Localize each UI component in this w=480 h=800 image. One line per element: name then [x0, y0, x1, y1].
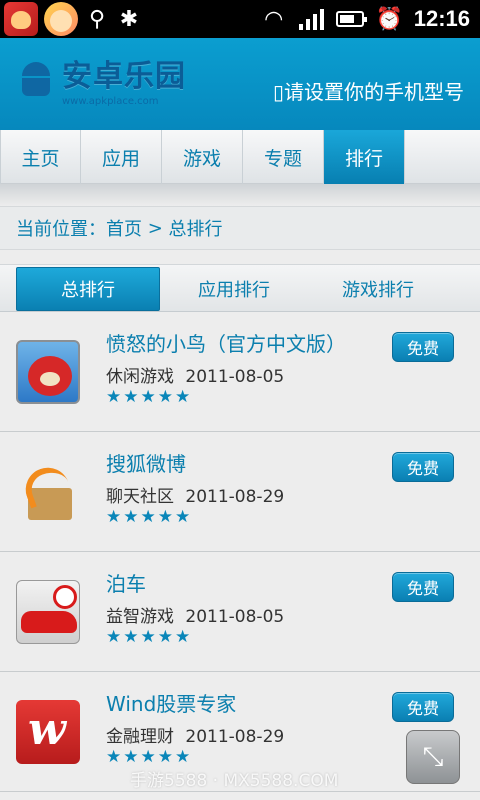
tab-overall-ranking[interactable]: 总排行 — [16, 267, 160, 311]
logo-url: www.apkplace.com — [62, 96, 159, 107]
app-category: 休闲游戏 — [106, 367, 174, 387]
star-icon: ★ — [123, 747, 139, 767]
app-meta: 休闲游戏 2011-08-05 — [106, 362, 284, 387]
star-icon: ★ — [140, 507, 156, 527]
breadcrumb-current: 总排行 — [168, 219, 223, 240]
app-date: 2011-08-29 — [185, 727, 285, 747]
notification-app-icon[interactable] — [4, 2, 38, 36]
star-icon: ★ — [175, 387, 191, 407]
tab-apps[interactable]: 应用 — [81, 130, 162, 184]
app-name[interactable]: 愤怒的小鸟（官方中文版） — [106, 328, 346, 357]
app-name[interactable]: 搜狐微博 — [106, 448, 186, 477]
app-meta: 益智游戏 2011-08-05 — [106, 602, 284, 627]
breadcrumb-prefix: 当前位置： — [16, 219, 106, 240]
tab-games[interactable]: 游戏 — [162, 130, 243, 184]
app-date: 2011-08-29 — [185, 487, 285, 507]
app-category: 益智游戏 — [106, 607, 174, 627]
star-icon: ★ — [157, 387, 173, 407]
sohu-weibo-icon[interactable] — [16, 460, 80, 524]
battery-icon — [335, 11, 367, 27]
star-icon: ★ — [123, 507, 139, 527]
list-item[interactable]: 泊车 益智游戏 2011-08-05 ★ ★ ★ ★ ★ 免费 — [0, 552, 480, 672]
star-icon: ★ — [140, 387, 156, 407]
signal-icon — [298, 8, 324, 30]
main-nav: 主页 应用 游戏 专题 排行 — [0, 130, 480, 184]
wind-stock-icon[interactable] — [16, 700, 80, 764]
divider — [0, 184, 480, 206]
rating-stars: ★ ★ ★ ★ ★ — [106, 388, 190, 406]
app-meta: 聊天社区 2011-08-29 — [106, 482, 284, 507]
app-category: 金融理财 — [106, 727, 174, 747]
star-icon: ★ — [123, 387, 139, 407]
star-icon: ★ — [106, 387, 122, 407]
usb-icon: ⚲ — [88, 6, 106, 32]
free-download-button[interactable]: 免费 — [392, 692, 454, 722]
notification-app-icon[interactable] — [44, 2, 78, 36]
app-name[interactable]: 泊车 — [106, 568, 146, 597]
status-bar: ⚲ ✱ ◠ ⏰ 12:16 — [0, 0, 480, 38]
star-icon: ★ — [157, 747, 173, 767]
tab-game-ranking[interactable]: 游戏排行 — [306, 267, 450, 311]
list-item[interactable]: 愤怒的小鸟（官方中文版） 休闲游戏 2011-08-05 ★ ★ ★ ★ ★ 免费 — [0, 312, 480, 432]
star-icon: ★ — [175, 747, 191, 767]
android-robot-icon — [18, 60, 54, 98]
collapse-arrows-icon: ⤡ — [422, 741, 444, 772]
angry-birds-icon[interactable] — [16, 340, 80, 404]
logo-title: 安卓乐园 — [62, 59, 186, 94]
app-date: 2011-08-05 — [185, 367, 285, 387]
free-download-button[interactable]: 免费 — [392, 572, 454, 602]
app-header: 安卓乐园 www.apkplace.com ▯请设置你的手机型号 — [0, 38, 480, 130]
watermark: 手游5588 · MX5588.COM — [130, 771, 339, 791]
tab-app-ranking[interactable]: 应用排行 — [162, 267, 306, 311]
alarm-icon: ⏰ — [375, 6, 404, 32]
rating-stars: ★ ★ ★ ★ ★ — [106, 748, 190, 766]
set-phone-label: 请设置你的手机型号 — [284, 80, 464, 104]
parking-car-icon[interactable] — [16, 580, 80, 644]
star-icon: ★ — [106, 747, 122, 767]
site-logo[interactable]: 安卓乐园 www.apkplace.com — [18, 59, 186, 107]
free-download-button[interactable]: 免费 — [392, 332, 454, 362]
tab-home[interactable]: 主页 — [0, 130, 81, 184]
breadcrumb: 当前位置： 首页 > 总排行 — [0, 206, 480, 250]
rating-stars: ★ ★ ★ ★ ★ — [106, 508, 190, 526]
tab-rankings[interactable]: 排行 — [324, 130, 405, 184]
ranking-tabs: 总排行 应用排行 游戏排行 — [0, 264, 480, 312]
breadcrumb-home-link[interactable]: 首页 — [106, 215, 142, 241]
star-icon: ★ — [106, 627, 122, 647]
phone-icon: ▯ — [272, 80, 284, 104]
tab-topics[interactable]: 专题 — [243, 130, 324, 184]
app-date: 2011-08-05 — [185, 607, 285, 627]
android-debug-icon: ✱ — [119, 6, 139, 32]
app-meta: 金融理财 2011-08-29 — [106, 722, 284, 747]
star-icon: ★ — [175, 627, 191, 647]
collapse-fullscreen-button[interactable]: ⤡ — [406, 730, 460, 784]
star-icon: ★ — [157, 507, 173, 527]
set-phone-model-link[interactable]: ▯请设置你的手机型号 — [273, 76, 464, 105]
star-icon: ★ — [140, 747, 156, 767]
star-icon: ★ — [106, 507, 122, 527]
star-icon: ★ — [175, 507, 191, 527]
list-item[interactable]: 搜狐微博 聊天社区 2011-08-29 ★ ★ ★ ★ ★ 免费 — [0, 432, 480, 552]
app-name[interactable]: Wind股票专家 — [106, 688, 236, 717]
breadcrumb-separator: > — [142, 217, 169, 239]
star-icon: ★ — [140, 627, 156, 647]
wifi-icon: ◠ — [264, 6, 284, 32]
system-tray: ◠ ⏰ 12:16 — [261, 0, 470, 38]
star-icon: ★ — [157, 627, 173, 647]
notification-area: ⚲ ✱ — [4, 1, 142, 37]
free-download-button[interactable]: 免费 — [392, 452, 454, 482]
star-icon: ★ — [123, 627, 139, 647]
rating-stars: ★ ★ ★ ★ ★ — [106, 628, 190, 646]
app-category: 聊天社区 — [106, 487, 174, 507]
clock: 12:16 — [413, 6, 470, 31]
